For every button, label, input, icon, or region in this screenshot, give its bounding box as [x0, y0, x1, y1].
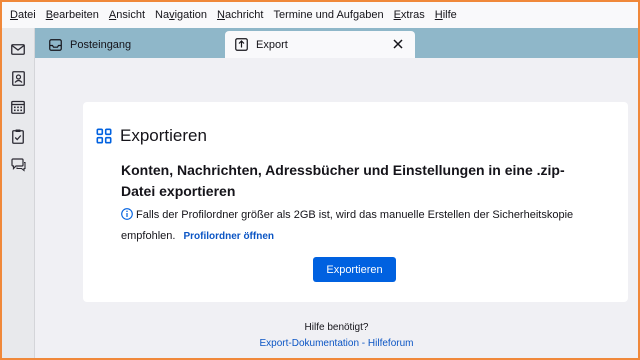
tab-inbox-label: Posteingang	[70, 38, 132, 51]
export-card: Exportieren Konten, Nachrichten, Adressb…	[83, 102, 628, 302]
open-profile-folder-link[interactable]: Profilordner öffnen	[183, 231, 274, 242]
tasks-icon[interactable]	[9, 127, 27, 145]
card-title: Exportieren	[96, 126, 207, 146]
menu-help[interactable]: Hilfe	[430, 9, 462, 21]
tab-export-label: Export	[256, 38, 288, 51]
address-book-icon[interactable]	[9, 69, 27, 87]
menu-file[interactable]: Datei	[5, 9, 41, 21]
menu-events-tasks[interactable]: Termine und Aufgaben	[268, 9, 388, 21]
menu-bar: Datei Bearbeiten Ansicht Navigation Nach…	[2, 2, 638, 28]
menu-view[interactable]: Ansicht	[104, 9, 150, 21]
inbox-icon	[48, 38, 62, 52]
tab-export[interactable]: Export	[225, 31, 415, 58]
calendar-icon[interactable]	[9, 98, 27, 116]
menu-message[interactable]: Nachricht	[212, 9, 268, 21]
export-button[interactable]: Exportieren	[313, 257, 396, 282]
tab-inbox[interactable]: Posteingang	[39, 31, 223, 58]
help-links-separator: -	[359, 338, 368, 349]
help-forum-link[interactable]: Hilfeforum	[368, 338, 414, 349]
help-question: Hilfe benötigt?	[304, 322, 369, 333]
app-window: Datei Bearbeiten Ansicht Navigation Nach…	[2, 2, 638, 358]
mail-icon[interactable]	[9, 40, 27, 58]
tab-bar: Posteingang Export	[35, 28, 638, 58]
spaces-toolbar	[2, 28, 35, 358]
menu-edit[interactable]: Bearbeiten	[41, 9, 104, 21]
export-documentation-link[interactable]: Export-Dokumentation	[260, 338, 360, 349]
info-message: Falls der Profilordner größer als 2GB is…	[121, 205, 591, 247]
chat-icon[interactable]	[9, 156, 27, 174]
card-title-text: Exportieren	[120, 126, 207, 145]
export-page: Exportieren Konten, Nachrichten, Adressb…	[35, 58, 638, 358]
help-links: Export-Dokumentation - Hilfeforum	[35, 336, 638, 352]
menu-tools[interactable]: Extras	[389, 9, 430, 21]
info-icon	[121, 207, 133, 220]
grid-icon	[96, 128, 112, 144]
menu-navigation[interactable]: Navigation	[150, 9, 212, 21]
export-icon	[234, 38, 248, 52]
export-heading: Konten, Nachrichten, Adressbücher und Ei…	[121, 162, 565, 199]
help-section: Hilfe benötigt? Export-Dokumentation - H…	[35, 320, 638, 352]
close-icon[interactable]	[391, 37, 405, 51]
